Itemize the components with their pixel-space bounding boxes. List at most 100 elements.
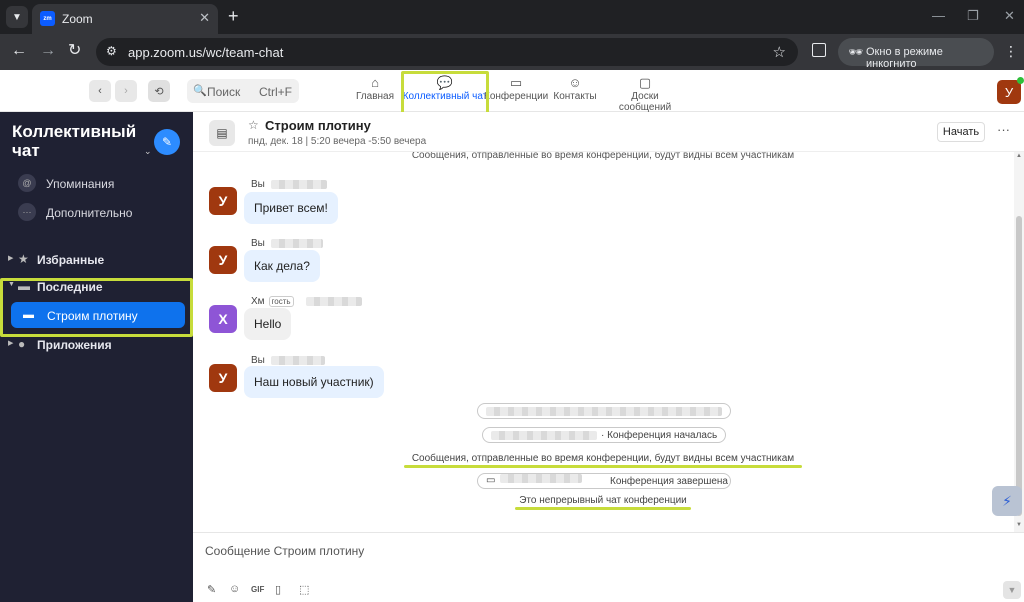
- browser-tab[interactable]: zm Zoom ✕: [32, 4, 218, 34]
- message-sender[interactable]: Хм гость: [251, 296, 294, 307]
- avatar[interactable]: У: [209, 187, 237, 215]
- message-bubble[interactable]: Привет всем!: [244, 192, 338, 224]
- caret-right-icon: ▶: [8, 340, 14, 347]
- tab-meetings[interactable]: ▭ Конференции: [484, 74, 548, 108]
- search-icon: 🔍: [193, 85, 207, 97]
- tab-label: Доски сообщений: [618, 91, 672, 113]
- tab-title: Zoom: [62, 12, 93, 26]
- scroll-up-icon[interactable]: ▲: [1016, 153, 1022, 159]
- scrollbar[interactable]: [1014, 152, 1024, 532]
- redacted-timestamp: [271, 180, 327, 189]
- recent-history-icon[interactable]: ⟲: [148, 80, 170, 102]
- search-shortcut: Ctrl+F: [259, 85, 292, 99]
- channel-icon: ▬: [23, 309, 34, 321]
- bookmark-star-icon[interactable]: ☆: [773, 43, 786, 61]
- incognito-icon: 🕶: [848, 45, 864, 59]
- more-options-icon[interactable]: ···: [997, 122, 1010, 137]
- file-icon[interactable]: ▯: [275, 583, 281, 596]
- emoji-icon[interactable]: ☺: [229, 583, 240, 595]
- tab-home[interactable]: ⌂ Главная: [352, 74, 398, 108]
- online-status-dot: [1017, 77, 1024, 84]
- contacts-icon: ☺: [568, 75, 582, 90]
- app-header: ‹ › ⟲ 🔍 Поиск Ctrl+F ⌂ Главная 💬 Коллект…: [0, 70, 1024, 113]
- sidebar-item-active-channel[interactable]: ▬ Строим плотину: [11, 302, 185, 328]
- channel-title[interactable]: Строим плотину: [265, 118, 371, 133]
- search-button[interactable]: 🔍 Поиск Ctrl+F: [187, 79, 299, 103]
- forward-button[interactable]: →: [40, 42, 56, 60]
- chevron-down-icon[interactable]: ⌄: [144, 146, 152, 157]
- video-icon: ▭: [486, 475, 496, 486]
- format-text-icon[interactable]: ✎: [207, 583, 216, 596]
- minimize-icon[interactable]: —: [932, 8, 945, 23]
- redacted-event-pill: [477, 403, 731, 419]
- redacted-text: [486, 407, 722, 416]
- tab-label: Конференции: [484, 91, 549, 102]
- message-bubble[interactable]: Наш новый участник): [244, 366, 384, 398]
- message-bubble[interactable]: Как дела?: [244, 250, 320, 282]
- conference-ended-pill[interactable]: ▭ Конференция завершена: [477, 473, 731, 489]
- caret-right-icon: ▶: [8, 255, 14, 262]
- screenshot-icon[interactable]: ⬚: [299, 583, 309, 596]
- favorite-star-icon[interactable]: ☆: [248, 118, 259, 132]
- browser-toolbar: ← → ↻ ⚙ app.zoom.us/wc/team-chat ☆ 🕶 Окн…: [0, 34, 1024, 70]
- message-sender[interactable]: Вы: [251, 179, 265, 190]
- message-sender[interactable]: Вы: [251, 355, 265, 366]
- tab-whiteboards[interactable]: ▢ Доски сообщений: [604, 74, 686, 113]
- chat-header: ▤ ☆ Строим плотину пнд, дек. 18 | 5:20 в…: [193, 112, 1024, 152]
- message-input[interactable]: [205, 541, 965, 561]
- history-back-button[interactable]: ‹: [89, 80, 111, 102]
- send-icon[interactable]: ▼: [1003, 581, 1021, 599]
- message-sender[interactable]: Вы: [251, 238, 265, 249]
- avatar[interactable]: У: [209, 364, 237, 392]
- sidebar-title[interactable]: Коллективный чат: [12, 122, 142, 160]
- channel-label: Строим плотину: [47, 309, 138, 323]
- zoom-favicon-icon: zm: [40, 11, 55, 26]
- channel-calendar-icon: ▤: [209, 120, 235, 146]
- window-close-icon[interactable]: ✕: [1004, 8, 1015, 24]
- tab-search-button[interactable]: ▼: [6, 6, 28, 28]
- video-icon: ▭: [509, 75, 523, 90]
- sidebar-item-label: Дополнительно: [46, 206, 133, 220]
- redacted-text: [500, 474, 582, 483]
- annotation-underline: [515, 507, 691, 510]
- site-info-icon[interactable]: ⚙: [106, 44, 122, 60]
- incognito-badge[interactable]: 🕶 Окно в режиме инкогнито: [838, 38, 994, 70]
- tab-contacts[interactable]: ☺ Контакты: [552, 74, 598, 108]
- history-forward-button[interactable]: ›: [115, 80, 137, 102]
- event-label: Конференция завершена: [610, 476, 728, 487]
- more-icon: ···: [18, 203, 36, 221]
- team-chat-sidebar: Коллективный чат ⌄ ✎ @ Упоминания ··· До…: [0, 112, 193, 602]
- floating-widget-icon[interactable]: ⚡: [992, 486, 1022, 516]
- channel-meta: пнд, дек. 18 | 5:20 вечера -5:50 вечера: [248, 136, 427, 147]
- new-tab-button[interactable]: +: [228, 6, 239, 26]
- message-composer: ✎ ☺ GIF ▯ ⬚ ▼: [193, 532, 1024, 602]
- gif-icon[interactable]: GIF: [251, 585, 264, 594]
- address-bar[interactable]: ⚙ app.zoom.us/wc/team-chat ☆: [96, 38, 798, 66]
- message-bubble[interactable]: Hello: [244, 308, 292, 340]
- side-panel-icon[interactable]: [812, 43, 826, 57]
- browser-tab-strip: ▼ zm Zoom ✕ + — ❐ ✕: [0, 0, 1024, 34]
- compose-icon[interactable]: ✎: [154, 129, 180, 155]
- avatar[interactable]: У: [209, 246, 237, 274]
- reload-button[interactable]: ↻: [68, 42, 81, 60]
- start-meeting-button[interactable]: Начать: [937, 122, 985, 142]
- sender-name: Хм: [251, 296, 265, 307]
- browser-menu-icon[interactable]: ⋮: [1004, 43, 1018, 60]
- whiteboard-icon: ▢: [638, 75, 652, 90]
- redacted-timestamp: [306, 297, 362, 306]
- scroll-down-icon[interactable]: ▼: [1016, 522, 1022, 528]
- user-avatar[interactable]: У: [997, 80, 1021, 104]
- sidebar-item-label: Упоминания: [46, 177, 115, 191]
- group-label: Избранные: [37, 253, 105, 267]
- avatar[interactable]: Х: [209, 305, 237, 333]
- url-text[interactable]: app.zoom.us/wc/team-chat: [128, 45, 283, 60]
- tab-close-icon[interactable]: ✕: [199, 10, 210, 26]
- restore-icon[interactable]: ❐: [967, 8, 979, 24]
- continuous-chat-notice: Это непрерывный чат конференции: [519, 495, 687, 506]
- redacted-timestamp: [271, 239, 323, 248]
- scroll-thumb[interactable]: [1016, 216, 1022, 516]
- conference-started-pill[interactable]: · Конференция началась: [482, 427, 726, 443]
- guest-badge: гость: [268, 296, 294, 307]
- visible-notice: Сообщения, отправленные во время конфере…: [411, 453, 795, 464]
- back-button[interactable]: ←: [11, 42, 27, 60]
